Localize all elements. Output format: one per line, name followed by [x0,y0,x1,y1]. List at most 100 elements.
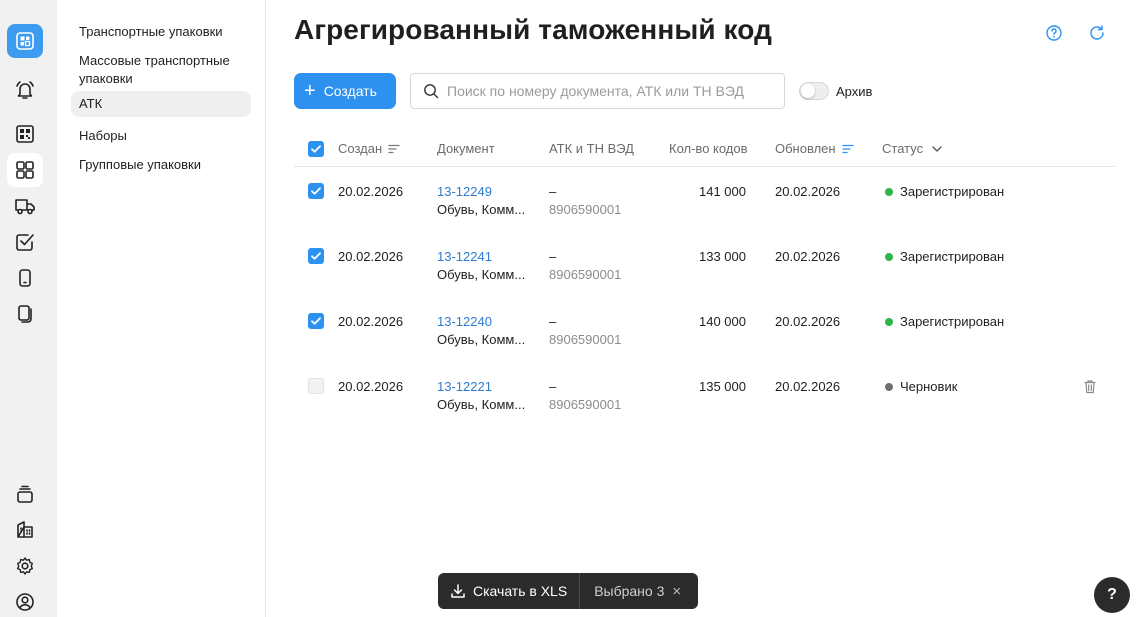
archive-label: Архив [836,84,873,99]
trash-icon[interactable] [1083,379,1097,394]
user-profile-icon[interactable] [7,585,43,617]
status-label: Черновик [900,379,958,394]
created-date: 20.02.2026 [338,379,404,394]
row-checkbox[interactable] [308,183,324,199]
updated-date: 20.02.2026 [775,314,841,329]
updated-date: 20.02.2026 [775,184,841,199]
status-badge: Зарегистрирован [885,248,1004,266]
document-description: Обувь, Комм... [437,397,526,412]
mobile-device-icon[interactable] [7,261,43,295]
notifications-icon[interactable] [7,73,43,107]
row-checkbox[interactable] [308,313,324,329]
subnav-item-mass-transport-packages[interactable]: Массовые транспортные упаковки [71,48,251,92]
select-all-checkbox[interactable] [308,141,324,157]
atk-value: – [549,249,557,264]
table-row[interactable]: 20.02.2026 13-12221 Обувь, Комм... – 890… [294,378,1115,438]
checkbox-task-icon[interactable] [7,225,43,259]
icon-rail [0,0,57,617]
download-icon [451,584,465,598]
created-date: 20.02.2026 [338,249,404,264]
updated-date: 20.02.2026 [775,379,841,394]
subnav-item-atk[interactable]: АТК [71,91,251,117]
search-icon [424,84,439,99]
settings-gear-icon[interactable] [7,549,43,583]
created-date: 20.02.2026 [338,184,404,199]
subnav-item-transport-packages[interactable]: Транспортные упаковки [71,19,251,45]
atk-value: – [549,314,557,329]
column-header-document: Документ [437,141,495,156]
help-circle-icon[interactable] [1045,24,1063,42]
column-header-updated-label: Обновлен [775,141,836,156]
app-logo-icon[interactable] [7,24,43,58]
status-label: Зарегистрирован [900,314,1005,329]
delete-row-button[interactable] [1083,379,1097,399]
table-row[interactable]: 20.02.2026 13-12241 Обувь, Комм... – 890… [294,248,1115,308]
status-badge: Зарегистрирован [885,183,1004,201]
column-header-code-count: Кол-во кодов [669,141,748,156]
buildings-icon[interactable] [7,512,43,546]
document-link[interactable]: 13-12241 [437,248,492,266]
download-xls-button[interactable]: Скачать в XLS [438,573,581,609]
download-xls-label: Скачать в XLS [473,583,568,599]
grid-apps-icon[interactable] [7,153,43,187]
document-link[interactable]: 13-12249 [437,183,492,201]
created-date: 20.02.2026 [338,314,404,329]
status-badge: Зарегистрирован [885,313,1004,331]
column-header-updated[interactable]: Обновлен [775,141,854,156]
clear-selection-close-icon[interactable]: × [672,583,681,600]
check-icon [311,317,321,325]
selection-count-label: Выбрано 3 [594,583,665,599]
truck-icon[interactable] [7,189,43,223]
tnved-code: 8906590001 [549,202,622,217]
document-link[interactable]: 13-12221 [437,378,492,396]
refresh-icon[interactable] [1088,24,1106,42]
status-dot-icon [885,188,893,196]
table-row[interactable]: 20.02.2026 13-12240 Обувь, Комм... – 890… [294,313,1115,373]
code-count: 135 000 [699,379,746,394]
tnved-code: 8906590001 [549,267,622,282]
row-checkbox[interactable] [308,248,324,264]
document-description: Обувь, Комм... [437,202,526,217]
create-button[interactable]: + Создать [294,73,396,109]
create-button-label: Создать [323,83,377,99]
search-input[interactable] [447,83,777,99]
check-icon [311,252,321,260]
sort-icon[interactable] [388,144,400,154]
check-icon [311,187,321,195]
chevron-down-icon[interactable] [931,145,943,153]
qr-code-icon[interactable] [7,117,43,151]
status-dot-icon [885,318,893,326]
help-chat-button[interactable]: ? [1094,577,1130,613]
column-header-created[interactable]: Создан [338,141,400,156]
plus-icon: + [304,80,316,102]
tnved-code: 8906590001 [549,397,622,412]
code-count: 140 000 [699,314,746,329]
status-label: Зарегистрирован [900,184,1005,199]
status-label: Зарегистрирован [900,249,1005,264]
document-description: Обувь, Комм... [437,267,526,282]
search-box [410,73,785,109]
selection-count: Выбрано 3 × [580,583,681,600]
atk-value: – [549,184,557,199]
document-description: Обувь, Комм... [437,332,526,347]
archive-toggle[interactable] [799,82,829,100]
sort-active-icon[interactable] [841,144,854,154]
code-count: 133 000 [699,249,746,264]
updated-date: 20.02.2026 [775,249,841,264]
row-checkbox[interactable] [308,378,324,394]
column-header-status-label: Статус [882,141,924,156]
table-row[interactable]: 20.02.2026 13-12249 Обувь, Комм... – 890… [294,183,1115,243]
document-link[interactable]: 13-12240 [437,313,492,331]
layers-stack-icon[interactable] [7,477,43,511]
documents-icon[interactable] [7,297,43,331]
subnav-item-group-packages[interactable]: Групповые упаковки [71,152,251,178]
selection-action-bar: Скачать в XLS Выбрано 3 × [438,573,698,609]
status-dot-icon [885,253,893,261]
tnved-code: 8906590001 [549,332,622,347]
subnav-item-sets[interactable]: Наборы [71,123,251,149]
column-header-created-label: Создан [338,141,383,156]
toggle-knob [801,84,815,98]
section-subnav: Транспортные упаковки Массовые транспорт… [57,0,266,617]
column-header-status[interactable]: Статус [882,141,943,156]
table-header-divider [294,166,1115,167]
